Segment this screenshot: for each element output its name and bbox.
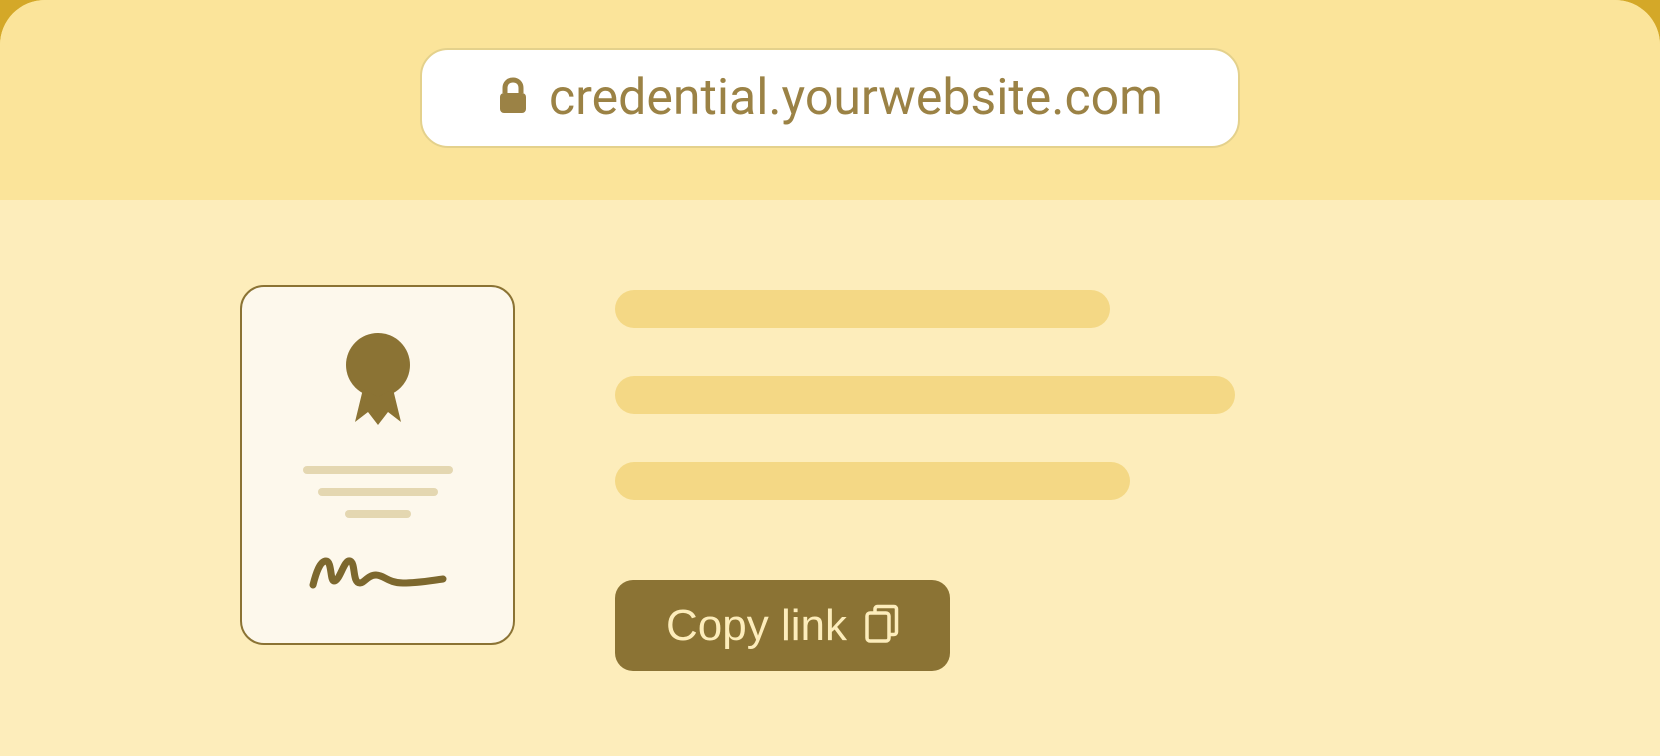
award-seal-icon <box>333 327 423 466</box>
url-text: credential.yourwebsite.com <box>549 69 1163 127</box>
copy-link-button[interactable]: Copy link <box>615 580 950 671</box>
address-bar[interactable]: credential.yourwebsite.com <box>420 48 1240 148</box>
cert-line <box>303 466 453 474</box>
signature-icon <box>308 553 448 597</box>
browser-window: credential.yourwebsite.com <box>0 0 1660 756</box>
cert-line <box>345 510 411 518</box>
content-details: Copy link <box>615 285 1420 671</box>
content-area: Copy link <box>0 200 1660 756</box>
copy-button-label: Copy link <box>666 601 847 651</box>
placeholder-text-lines <box>615 290 1420 500</box>
placeholder-line <box>615 290 1110 328</box>
browser-header: credential.yourwebsite.com <box>0 0 1660 200</box>
cert-line <box>318 488 438 496</box>
placeholder-line <box>615 376 1235 414</box>
copy-icon <box>865 604 899 647</box>
placeholder-line <box>615 462 1130 500</box>
certificate-card <box>240 285 515 645</box>
certificate-text-lines <box>303 466 453 518</box>
lock-icon <box>497 77 529 119</box>
